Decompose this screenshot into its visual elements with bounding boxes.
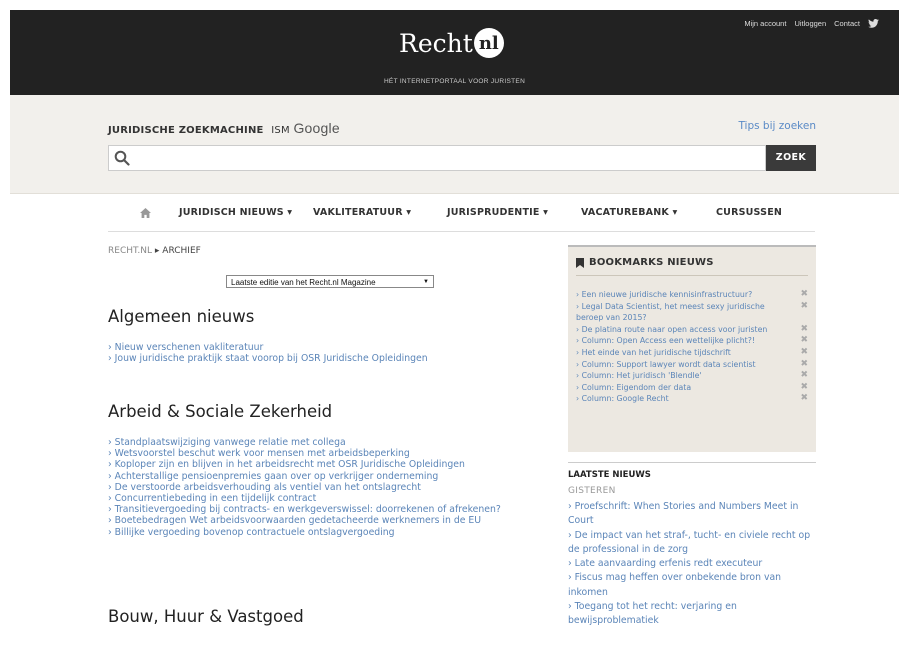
remove-bookmark-icon[interactable]: ✖ <box>800 382 808 394</box>
section-links-arbeid: › Standplaatswijziging vanwege relatie m… <box>108 437 501 538</box>
bookmark-link[interactable]: › Column: Open Access een wettelijke pli… <box>576 336 755 345</box>
news-link[interactable]: › Nieuw verschenen vakliteratuur <box>108 342 428 353</box>
logout-link[interactable]: Uitloggen <box>794 19 826 28</box>
latest-news-title: LAATSTE NIEUWS <box>568 462 816 480</box>
bookmark-item[interactable]: › Het einde van het juridische tijdschri… <box>576 347 808 359</box>
search-button[interactable]: ZOEK <box>766 145 816 171</box>
search-engine-title: JURIDISCHE ZOEKMACHINE ISM Google <box>108 120 340 136</box>
bookmark-item[interactable]: › Column: Het juridisch 'Blendle' ✖ <box>576 370 808 382</box>
bookmarks-list: › Een nieuwe juridische kennisinfrastruc… <box>576 289 808 405</box>
google-wordmark: Google <box>293 120 340 136</box>
twitter-icon[interactable] <box>868 19 879 28</box>
nav-jurisprudentie[interactable]: JURISPRUDENTIE ▾ <box>447 207 548 218</box>
logo-text: Recht <box>399 28 473 58</box>
latest-news-link[interactable]: › Late aanvaarding erfenis redt executeu… <box>568 557 818 571</box>
bookmark-item[interactable]: › Column: Google Recht ✖ <box>576 393 808 405</box>
bookmark-icon <box>576 257 584 268</box>
latest-news-link[interactable]: › Toegang tot het recht: verjaring en be… <box>568 600 818 629</box>
news-link[interactable]: › Boetebedragen Wet arbeidsvoorwaarden g… <box>108 515 501 526</box>
site-tagline: HÉT INTERNETPORTAAL VOOR JURISTEN <box>383 78 526 85</box>
bookmark-link[interactable]: › De platina route naar open access voor… <box>576 325 767 334</box>
bookmarks-title: BOOKMARKS NIEUWS <box>589 257 714 268</box>
latest-news-link[interactable]: › Fiscus mag heffen over onbekende bron … <box>568 571 818 600</box>
page-frame-left <box>0 0 10 645</box>
news-link[interactable]: › Achterstallige pensioenpremies gaan ov… <box>108 471 501 482</box>
news-link[interactable]: › Jouw juridische praktijk staat voorop … <box>108 353 428 364</box>
top-links: Mijn account Uitloggen Contact <box>744 19 879 28</box>
latest-news-list: › Proefschrift: When Stories and Numbers… <box>568 500 818 629</box>
edition-select[interactable]: Laatste editie van het Recht.nl Magazine… <box>226 275 434 288</box>
breadcrumb-home[interactable]: RECHT.NL <box>108 246 152 256</box>
bookmark-item[interactable]: › De platina route naar open access voor… <box>576 324 808 336</box>
nav-vacaturebank[interactable]: VACATUREBANK ▾ <box>581 207 677 218</box>
search-area: JURIDISCHE ZOEKMACHINE ISM Google Tips b… <box>10 95 899 194</box>
news-link[interactable]: › Wetsvoorstel beschut werk voor mensen … <box>108 448 501 459</box>
breadcrumb-current: ▸ ARCHIEF <box>154 246 201 256</box>
nav-cursussen[interactable]: CURSUSSEN <box>716 207 782 218</box>
bookmark-item[interactable]: › Column: Eigendom der data ✖ <box>576 382 808 394</box>
bookmarks-header: BOOKMARKS NIEUWS <box>576 257 714 268</box>
site-logo[interactable]: Recht nl <box>399 28 504 58</box>
section-title-bouw: Bouw, Huur & Vastgoed <box>108 607 304 626</box>
search-icon <box>114 150 130 166</box>
bookmark-link[interactable]: › Het einde van het juridische tijdschri… <box>576 348 731 357</box>
latest-news-link[interactable]: › Proefschrift: When Stories and Numbers… <box>568 500 818 529</box>
remove-bookmark-icon[interactable]: ✖ <box>800 370 808 382</box>
section-links-algemeen: › Nieuw verschenen vakliteratuur › Jouw … <box>108 342 428 364</box>
remove-bookmark-icon[interactable]: ✖ <box>800 324 808 336</box>
bookmark-link[interactable]: › Column: Support lawyer wordt data scie… <box>576 360 756 369</box>
section-title-arbeid: Arbeid & Sociale Zekerheid <box>108 402 333 421</box>
search-ism-text: ISM <box>271 125 290 136</box>
bookmark-link[interactable]: › Legal Data Scientist, het meest sexy j… <box>576 302 765 323</box>
nav-vakliteratuur[interactable]: VAKLITERATUUR ▾ <box>313 207 411 218</box>
contact-link[interactable]: Contact <box>834 19 860 28</box>
bookmark-item[interactable]: › Een nieuwe juridische kennisinfrastruc… <box>576 289 808 301</box>
latest-news-day: GISTEREN <box>568 486 616 496</box>
my-account-link[interactable]: Mijn account <box>744 19 786 28</box>
news-link[interactable]: › Koploper zijn en blijven in het arbeid… <box>108 459 501 470</box>
remove-bookmark-icon[interactable]: ✖ <box>800 289 808 301</box>
bookmarks-divider <box>576 275 808 276</box>
home-icon[interactable] <box>140 208 151 218</box>
remove-bookmark-icon[interactable]: ✖ <box>800 301 808 313</box>
latest-news-link[interactable]: › De impact van het straf-, tucht- en ci… <box>568 529 818 558</box>
page-frame-right <box>899 0 909 645</box>
bookmark-link[interactable]: › Column: Google Recht <box>576 394 669 403</box>
dropdown-arrow-icon: ▼ <box>423 279 429 285</box>
bookmark-link[interactable]: › Een nieuwe juridische kennisinfrastruc… <box>576 290 752 299</box>
bookmark-link[interactable]: › Column: Het juridisch 'Blendle' <box>576 371 702 380</box>
nav-juridisch-nieuws[interactable]: JURIDISCH NIEUWS ▾ <box>179 207 292 218</box>
news-link[interactable]: › Billijke vergoeding bovenop contractue… <box>108 527 501 538</box>
bookmark-item[interactable]: › Column: Open Access een wettelijke pli… <box>576 335 808 347</box>
search-input[interactable] <box>108 145 766 171</box>
remove-bookmark-icon[interactable]: ✖ <box>800 393 808 405</box>
news-link[interactable]: › Standplaatswijziging vanwege relatie m… <box>108 437 501 448</box>
news-link[interactable]: › Concurrentiebeding in een tijdelijk co… <box>108 493 501 504</box>
remove-bookmark-icon[interactable]: ✖ <box>800 347 808 359</box>
edition-select-value: Laatste editie van het Recht.nl Magazine <box>231 278 376 287</box>
page-frame-top <box>0 0 909 10</box>
section-title-algemeen: Algemeen nieuws <box>108 307 255 326</box>
logo-badge: nl <box>473 28 504 58</box>
site-header: Mijn account Uitloggen Contact Recht nl … <box>10 10 899 95</box>
search-tips-link[interactable]: Tips bij zoeken <box>738 120 816 132</box>
search-title-text: JURIDISCHE ZOEKMACHINE <box>108 125 264 136</box>
remove-bookmark-icon[interactable]: ✖ <box>800 359 808 371</box>
bookmark-link[interactable]: › Column: Eigendom der data <box>576 383 691 392</box>
bookmarks-panel: BOOKMARKS NIEUWS › Een nieuwe juridische… <box>568 245 816 452</box>
remove-bookmark-icon[interactable]: ✖ <box>800 335 808 347</box>
bookmark-item[interactable]: › Column: Support lawyer wordt data scie… <box>576 359 808 371</box>
main-nav: JURIDISCH NIEUWS ▾ VAKLITERATUUR ▾ JURIS… <box>108 203 815 232</box>
bookmark-item[interactable]: › Legal Data Scientist, het meest sexy j… <box>576 301 808 324</box>
news-link[interactable]: › De verstoorde arbeidsverhouding als ve… <box>108 482 501 493</box>
news-link[interactable]: › Transitievergoeding bij contracts- en … <box>108 504 501 515</box>
breadcrumb: RECHT.NL ▸ ARCHIEF <box>108 246 201 256</box>
